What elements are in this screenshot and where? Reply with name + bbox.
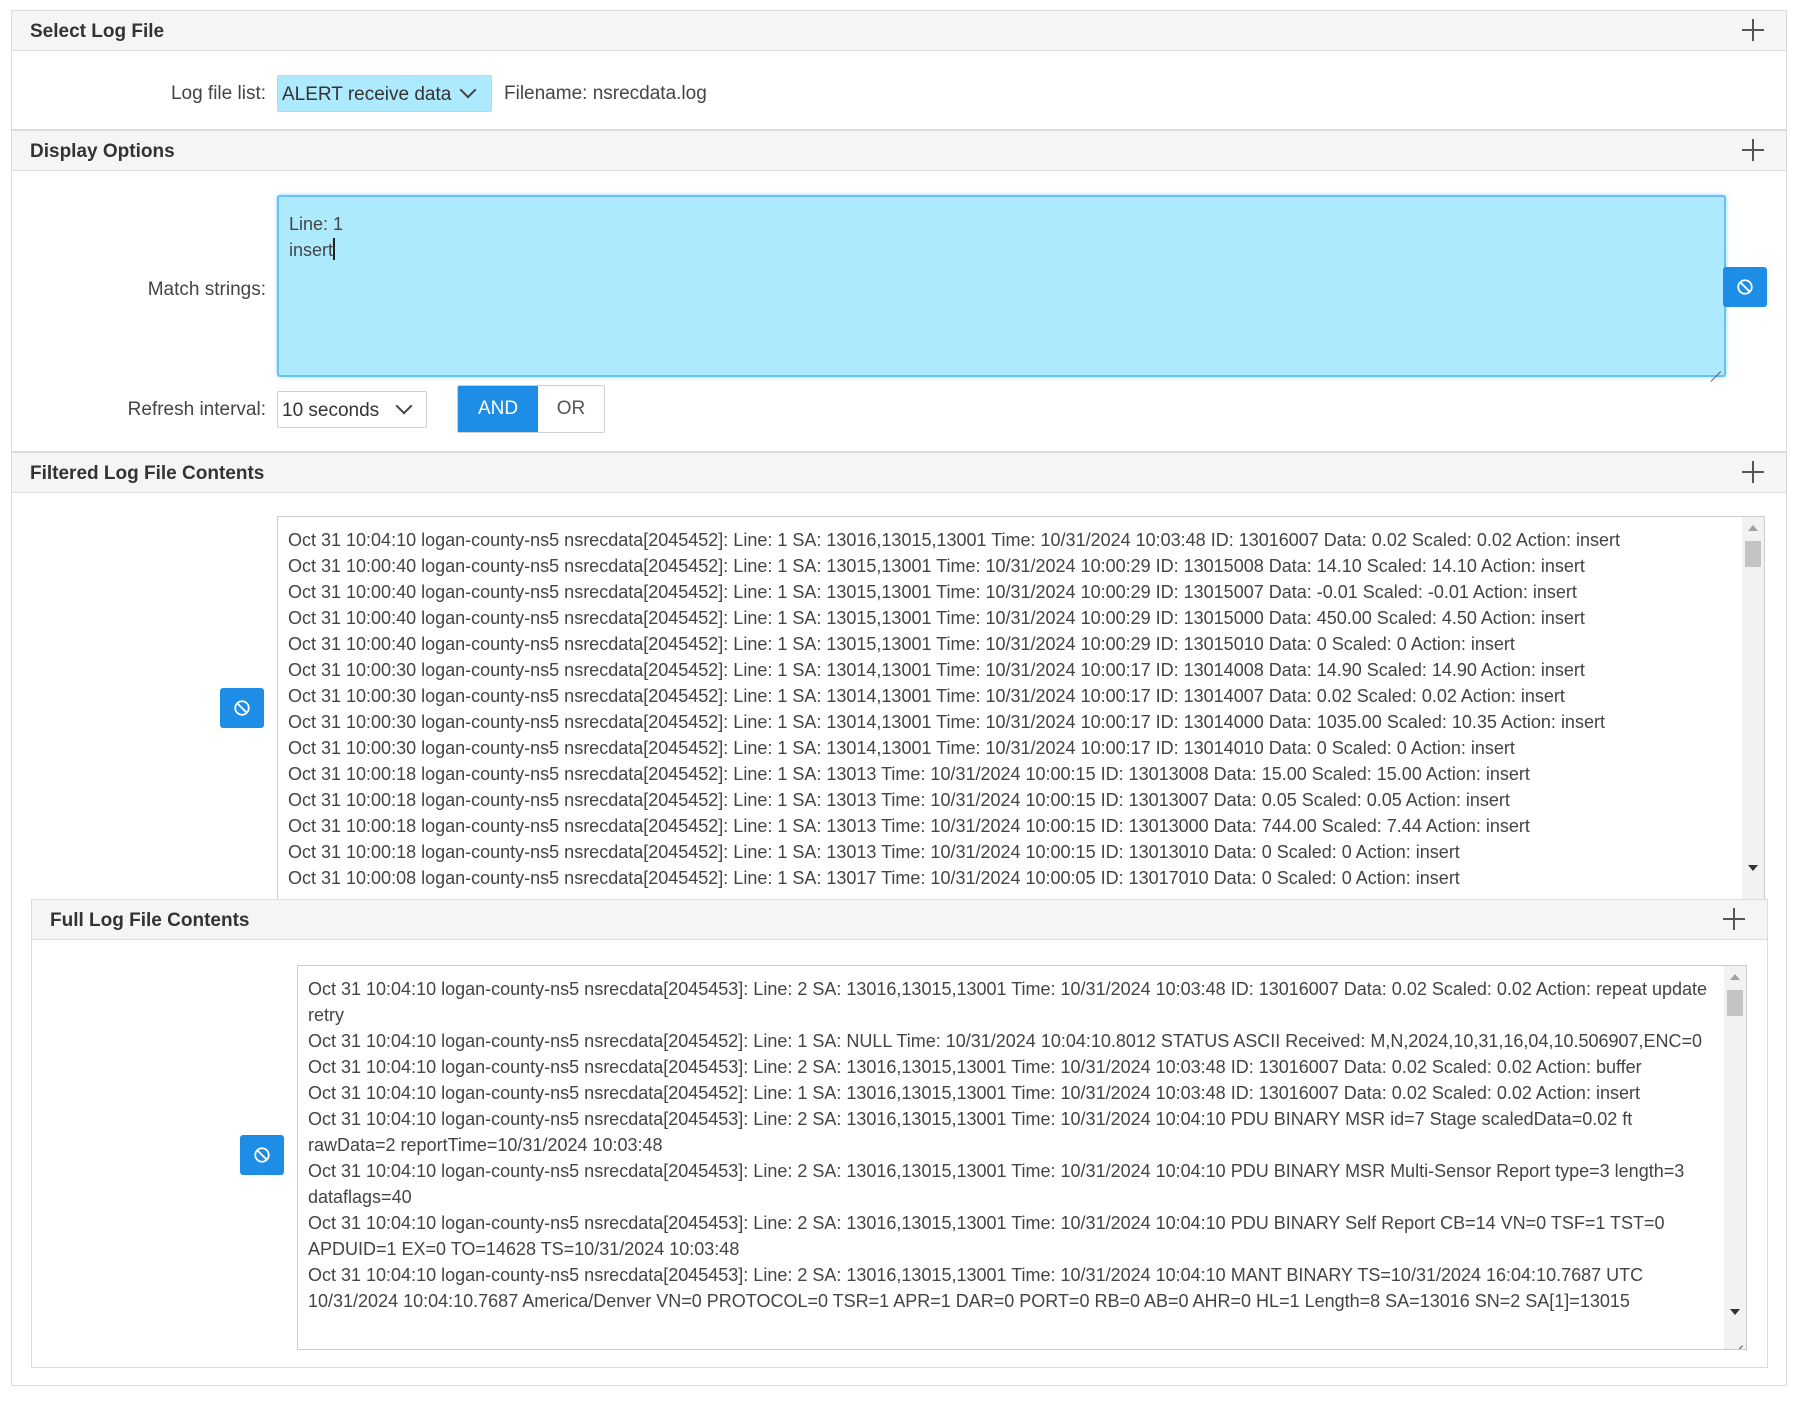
log-line: Oct 31 10:04:10 logan-county-ns5 nsrecda…	[308, 1265, 1644, 1311]
log-line: Oct 31 10:00:30 logan-county-ns5 nsrecda…	[288, 712, 1605, 732]
log-line: Oct 31 10:04:10 logan-county-ns5 nsrecda…	[308, 1109, 1633, 1155]
full-log-textarea[interactable]: Oct 31 10:04:10 logan-county-ns5 nsrecda…	[297, 965, 1747, 1350]
match-mode-toggle: AND OR	[457, 385, 605, 433]
scroll-down-icon[interactable]	[1730, 1309, 1740, 1315]
panel-header[interactable]: Filtered Log File Contents	[12, 453, 1786, 493]
log-line: Oct 31 10:04:10 logan-county-ns5 nsrecda…	[308, 979, 1708, 1025]
plus-icon[interactable]	[1723, 908, 1745, 930]
chevron-down-icon	[459, 81, 477, 99]
panel-header[interactable]: Display Options	[12, 131, 1786, 171]
scroll-thumb[interactable]	[1727, 990, 1743, 1016]
and-toggle-button[interactable]: AND	[458, 386, 538, 432]
log-line: Oct 31 10:04:10 logan-county-ns5 nsrecda…	[308, 1161, 1685, 1207]
log-line: Oct 31 10:00:40 logan-county-ns5 nsrecda…	[288, 608, 1585, 628]
match-strings-label: Match strings:	[147, 279, 266, 300]
log-line: Oct 31 10:00:08 logan-county-ns5 nsrecda…	[288, 868, 1460, 888]
log-line: Oct 31 10:04:10 logan-county-ns5 nsrecda…	[308, 1083, 1640, 1103]
ban-icon	[1737, 279, 1753, 295]
log-file-select-value: ALERT receive data	[282, 84, 452, 105]
log-line: Oct 31 10:00:40 logan-county-ns5 nsrecda…	[288, 556, 1585, 576]
refresh-interval-value: 10 seconds	[282, 400, 380, 421]
scroll-up-icon[interactable]	[1748, 525, 1758, 531]
resize-handle-icon[interactable]	[1731, 1334, 1743, 1346]
match-line-2: insert	[289, 240, 334, 260]
log-line: Oct 31 10:00:18 logan-county-ns5 nsrecda…	[288, 764, 1530, 784]
log-line: Oct 31 10:04:10 logan-county-ns5 nsrecda…	[308, 1213, 1665, 1259]
panel-title: Select Log File	[30, 21, 165, 42]
plus-icon[interactable]	[1742, 19, 1764, 41]
log-line: Oct 31 10:00:18 logan-county-ns5 nsrecda…	[288, 816, 1530, 836]
log-line: Oct 31 10:00:18 logan-county-ns5 nsrecda…	[288, 790, 1510, 810]
clear-full-log-button[interactable]	[240, 1135, 284, 1175]
refresh-interval-label: Refresh interval:	[127, 399, 266, 420]
match-line-1: Line: 1	[289, 214, 344, 234]
select-log-file-panel: Select Log File Log file list: ALERT rec…	[11, 10, 1787, 130]
scroll-thumb[interactable]	[1745, 541, 1761, 567]
log-line: Oct 31 10:04:10 logan-county-ns5 nsrecda…	[308, 1031, 1703, 1051]
panel-header[interactable]: Full Log File Contents	[32, 900, 1767, 940]
chevron-down-icon	[395, 397, 413, 415]
log-line: Oct 31 10:00:30 logan-county-ns5 nsrecda…	[288, 738, 1515, 758]
log-line: Oct 31 10:04:10 logan-county-ns5 nsrecda…	[288, 530, 1620, 550]
log-line: Oct 31 10:00:30 logan-county-ns5 nsrecda…	[288, 660, 1585, 680]
panel-header[interactable]: Select Log File	[12, 11, 1786, 51]
display-options-panel: Display Options Match strings: Line: 1 i…	[11, 130, 1787, 452]
scrollbar[interactable]	[1742, 517, 1764, 905]
match-strings-textarea[interactable]: Line: 1 insert	[277, 195, 1726, 377]
log-line: Oct 31 10:00:40 logan-county-ns5 nsrecda…	[288, 634, 1515, 654]
clear-filtered-log-button[interactable]	[220, 688, 264, 728]
filtered-log-panel: Filtered Log File Contents Oct 31 10:04:…	[11, 452, 1787, 906]
ban-icon	[254, 1147, 270, 1163]
log-file-select[interactable]: ALERT receive data	[277, 75, 492, 112]
ban-icon	[234, 700, 250, 716]
full-log-panel: Full Log File Contents Oct 31 10:04:10 l…	[31, 899, 1768, 1368]
scrollbar[interactable]	[1724, 966, 1746, 1349]
panel-title: Filtered Log File Contents	[30, 463, 265, 484]
panel-title: Display Options	[30, 141, 175, 162]
panel-title: Full Log File Contents	[50, 910, 250, 931]
resize-handle-icon[interactable]	[1709, 360, 1721, 372]
filtered-log-lines: Oct 31 10:04:10 logan-county-ns5 nsrecda…	[288, 527, 1734, 891]
full-log-lines: Oct 31 10:04:10 logan-county-ns5 nsrecda…	[308, 976, 1716, 1314]
scroll-up-icon[interactable]	[1730, 974, 1740, 980]
text-caret	[333, 238, 336, 260]
or-toggle-button[interactable]: OR	[538, 386, 604, 432]
plus-icon[interactable]	[1742, 461, 1764, 483]
plus-icon[interactable]	[1742, 139, 1764, 161]
refresh-interval-select[interactable]: 10 seconds	[277, 391, 427, 428]
log-line: Oct 31 10:04:10 logan-county-ns5 nsrecda…	[308, 1057, 1642, 1077]
log-line: Oct 31 10:00:40 logan-county-ns5 nsrecda…	[288, 582, 1577, 602]
scroll-down-icon[interactable]	[1748, 865, 1758, 871]
log-line: Oct 31 10:00:30 logan-county-ns5 nsrecda…	[288, 686, 1565, 706]
filename-text: Filename: nsrecdata.log	[504, 83, 707, 104]
filtered-log-textarea[interactable]: Oct 31 10:04:10 logan-county-ns5 nsrecda…	[277, 516, 1765, 906]
log-line: Oct 31 10:00:18 logan-county-ns5 nsrecda…	[288, 842, 1460, 862]
log-file-list-label: Log file list:	[170, 83, 266, 104]
clear-match-strings-button[interactable]	[1723, 267, 1767, 307]
